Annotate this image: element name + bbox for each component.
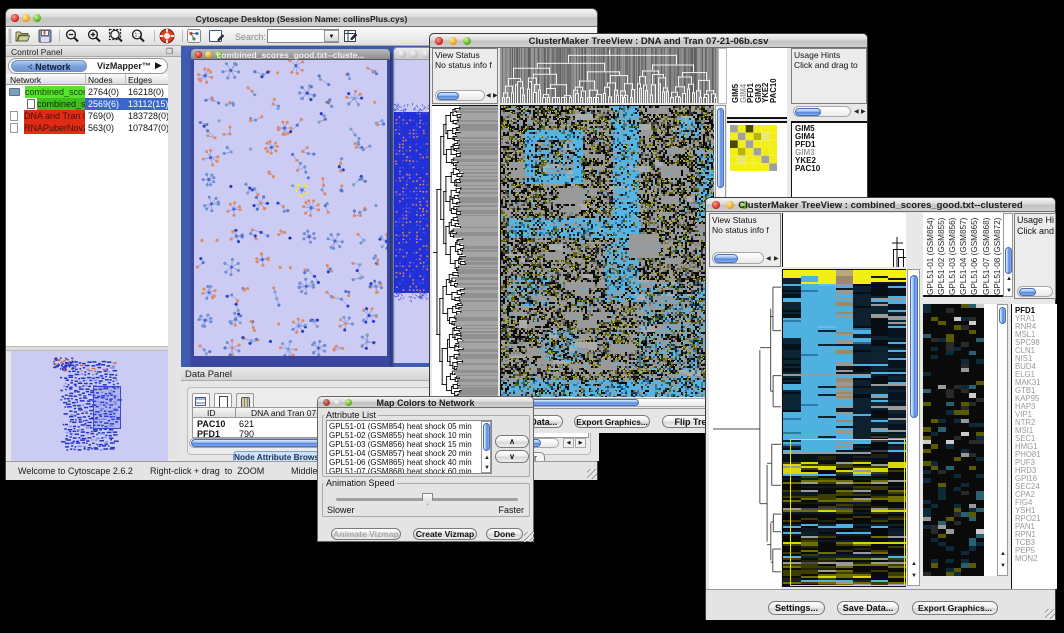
svg-text:1:1: 1:1 [134,33,142,39]
